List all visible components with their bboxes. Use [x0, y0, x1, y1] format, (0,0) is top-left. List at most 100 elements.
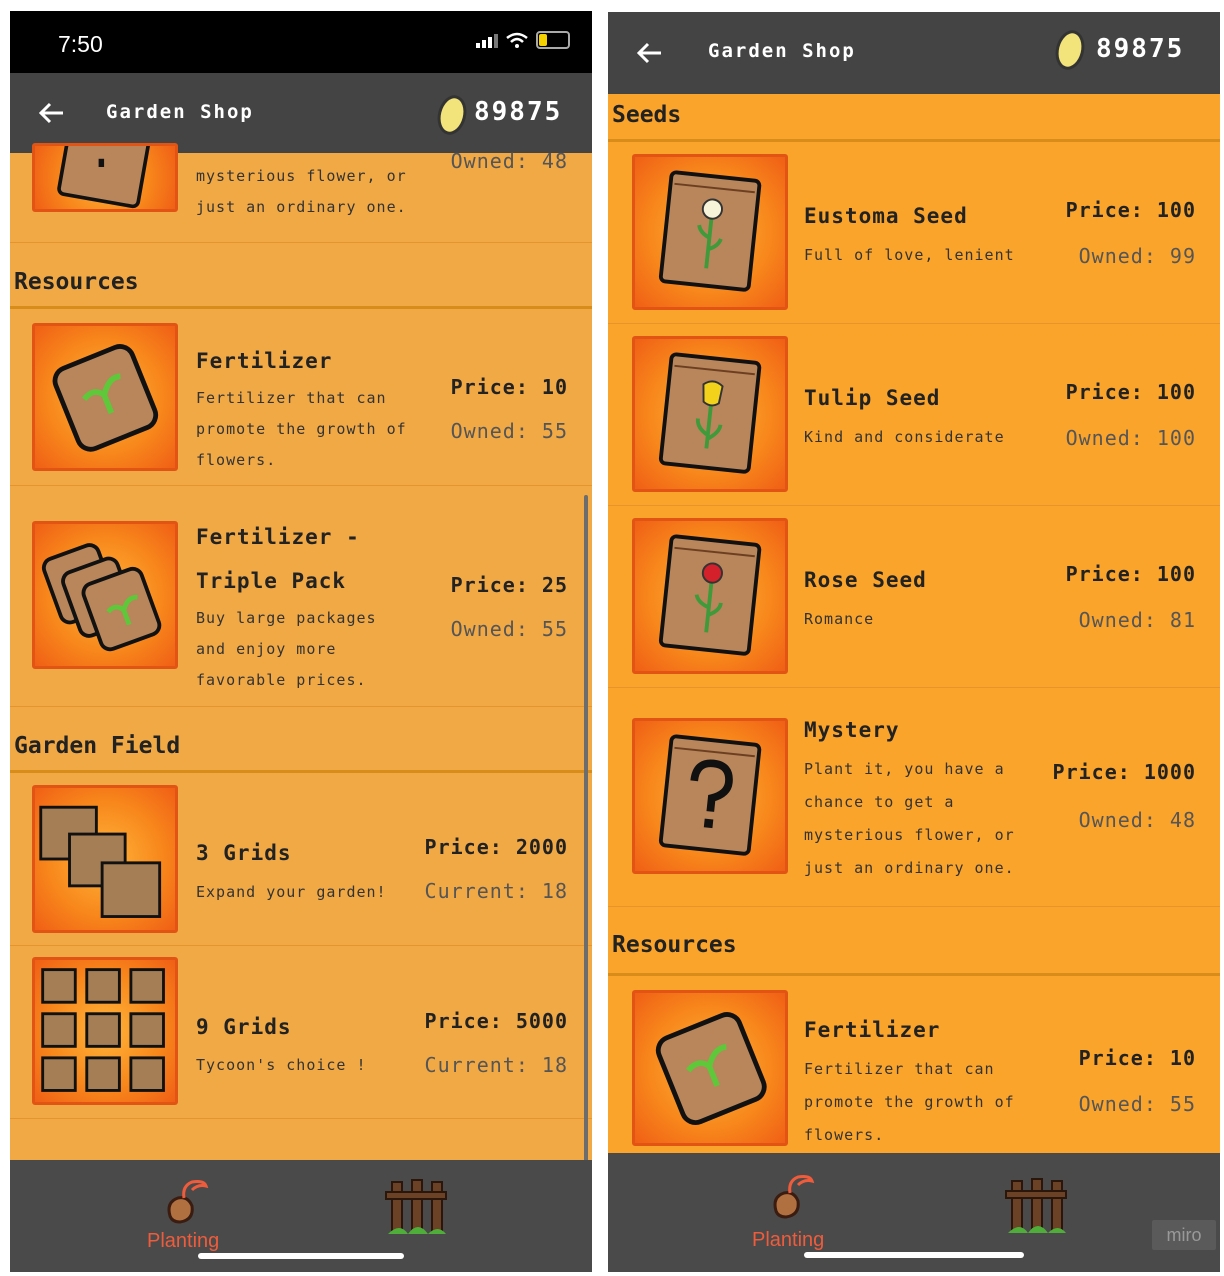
- page-title: Garden Shop: [106, 101, 254, 123]
- status-bar: 7:50: [10, 11, 592, 73]
- nav-label-planting: Planting: [752, 1229, 825, 1251]
- status-time: 7:50: [58, 31, 103, 57]
- planting-icon: [773, 1175, 815, 1219]
- item-price: Price: 2000: [424, 835, 568, 859]
- seed-packet-icon: [57, 146, 151, 209]
- item-description-line: chance to get a: [804, 793, 955, 811]
- scrollbar[interactable]: [584, 495, 588, 1170]
- item-price: Price: 1000: [1052, 760, 1196, 784]
- fence-icon: [385, 1179, 447, 1234]
- item-name: Mystery: [804, 718, 900, 742]
- item-name: 9 Grids: [196, 1015, 292, 1039]
- item-owned: Owned: 48: [450, 149, 568, 173]
- item-owned: Owned: 55: [450, 617, 568, 641]
- item-description-line: mysterious flower, or: [804, 826, 1015, 844]
- item-owned: Owned: 55: [1078, 1092, 1196, 1116]
- item-name: Tulip Seed: [804, 386, 941, 410]
- status-icons: [476, 31, 570, 49]
- item-current: Current: 18: [424, 1053, 568, 1077]
- item-owned: Owned: 48: [1078, 808, 1196, 832]
- item-name: Eustoma Seed: [804, 204, 968, 228]
- soil-grid-icon: [41, 968, 165, 1092]
- fertilizer-thumbnail: [632, 990, 788, 1146]
- item-description-line: promote the growth of: [804, 1093, 1015, 1111]
- section-resources-header: Resources: [10, 269, 592, 309]
- item-description-line: flowers.: [196, 451, 277, 469]
- item-name: Fertilizer: [804, 1018, 941, 1042]
- fertilizer-triple-thumbnail: [32, 521, 178, 669]
- item-name-line: Fertilizer -: [196, 525, 360, 549]
- fertilizer-bag-icon: [52, 344, 159, 452]
- seed-packet-icon: [658, 734, 762, 856]
- item-owned: Owned: 100: [1065, 426, 1196, 450]
- nav-label-planting: Planting: [147, 1230, 220, 1252]
- home-indicator[interactable]: [804, 1252, 1024, 1258]
- item-price: Price: 25: [450, 573, 568, 597]
- item-description-line: Fertilizer that can: [196, 389, 387, 407]
- seed-packet-icon: [658, 534, 762, 656]
- item-name-line: Triple Pack: [196, 569, 347, 593]
- list-item-fertilizer[interactable]: Fertilizer Fertilizer that can promote t…: [10, 309, 592, 486]
- eustoma-thumbnail: [632, 154, 788, 310]
- item-description-line: and enjoy more: [196, 640, 337, 658]
- coin-icon: [433, 92, 471, 138]
- nav-tab-garden[interactable]: [384, 1176, 454, 1246]
- wifi-icon: [506, 32, 528, 48]
- left-phone-screen: 7:50 Garden Shop 89875 mysterious flower…: [10, 11, 592, 1272]
- list-item-tulip-seed[interactable]: Tulip Seed Kind and considerate Price: 1…: [608, 324, 1220, 506]
- page-title: Garden Shop: [708, 40, 856, 62]
- item-owned: Owned: 99: [1078, 244, 1196, 268]
- item-price: Price: 5000: [424, 1009, 568, 1033]
- item-description-line: promote the growth of: [196, 420, 407, 438]
- item-description-line: just an ordinary one.: [196, 198, 407, 216]
- coin-icon: [1051, 27, 1089, 73]
- fence-icon: [1005, 1178, 1067, 1233]
- item-price: Price: 100: [1065, 198, 1196, 222]
- nav-tab-garden[interactable]: [1004, 1175, 1074, 1245]
- list-item-mystery[interactable]: Mystery Plant it, you have a chance to g…: [608, 688, 1220, 907]
- item-description-line: mysterious flower, or: [196, 167, 407, 185]
- item-description: Expand your garden!: [196, 883, 387, 901]
- list-item-9-grids[interactable]: 9 Grids Tycoon's choice ! Price: 5000 Cu…: [10, 945, 592, 1119]
- list-item-fertilizer-triple-pack[interactable]: Fertilizer - Triple Pack Buy large packa…: [10, 485, 592, 707]
- item-owned: Owned: 55: [450, 419, 568, 443]
- section-seeds-header: Seeds: [608, 96, 1220, 142]
- soil-grid-icon: [39, 805, 162, 918]
- coin-balance: 89875: [1096, 34, 1185, 64]
- item-description-line: Plant it, you have a: [804, 760, 1005, 778]
- list-item-mystery-partial[interactable]: mysterious flower, or just an ordinary o…: [10, 143, 592, 243]
- list-item-fertilizer[interactable]: Fertilizer Fertilizer that can promote t…: [608, 976, 1220, 1157]
- item-current: Current: 18: [424, 879, 568, 903]
- app-bar: Garden Shop 89875: [10, 73, 592, 153]
- item-description: Romance: [804, 610, 875, 628]
- mystery-thumbnail: [32, 143, 178, 212]
- item-name: Fertilizer: [196, 349, 333, 373]
- item-description: Kind and considerate: [804, 428, 1005, 446]
- fertilizer-bag-icon: [655, 1012, 767, 1125]
- nav-tab-planting[interactable]: Planting: [140, 1168, 230, 1258]
- nav-tab-planting[interactable]: Planting: [748, 1165, 838, 1255]
- app-bar: Garden Shop 89875: [608, 12, 1220, 94]
- fertilizer-bag-icon: [41, 543, 162, 652]
- item-owned: Owned: 81: [1078, 608, 1196, 632]
- seed-packet-icon: [658, 170, 762, 292]
- list-item-eustoma-seed[interactable]: Eustoma Seed Full of love, lenient Price…: [608, 142, 1220, 324]
- item-price: Price: 100: [1065, 562, 1196, 586]
- mystery-thumbnail: [632, 718, 788, 874]
- coin-balance: 89875: [474, 97, 563, 127]
- tulip-thumbnail: [632, 336, 788, 492]
- item-price: Price: 100: [1065, 380, 1196, 404]
- list-item-3-grids[interactable]: 3 Grids Expand your garden! Price: 2000 …: [10, 773, 592, 946]
- back-arrow-icon[interactable]: [634, 38, 664, 68]
- battery-icon: [536, 31, 570, 49]
- right-phone-screen: Garden Shop 89875 Seeds Eustoma Seed Ful…: [608, 12, 1220, 1272]
- list-item-rose-seed[interactable]: Rose Seed Romance Price: 100 Owned: 81: [608, 506, 1220, 688]
- rose-thumbnail: [632, 518, 788, 674]
- section-garden-field-header: Garden Field: [10, 733, 592, 773]
- item-description: Tycoon's choice !: [196, 1056, 367, 1074]
- home-indicator[interactable]: [198, 1253, 404, 1259]
- back-arrow-icon[interactable]: [36, 98, 66, 128]
- seed-packet-icon: [658, 352, 762, 474]
- item-description: Full of love, lenient: [804, 246, 1015, 264]
- 9-grids-thumbnail: [32, 957, 178, 1105]
